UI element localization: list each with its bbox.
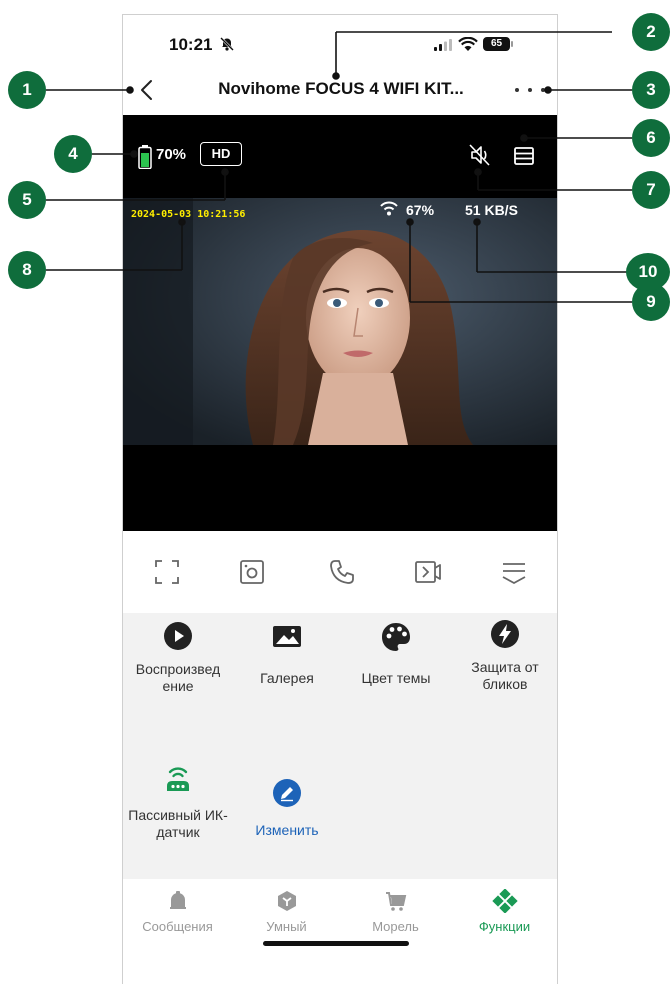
- back-button[interactable]: [135, 77, 159, 103]
- cellular-signal-icon: [434, 39, 452, 51]
- feature-label: Воспроизвед ение: [135, 661, 221, 694]
- phone-screen: 10:21 65 Novihome FOCUS 4 WIFI KIT... 70…: [122, 14, 558, 984]
- callout-marker: 8: [8, 251, 46, 289]
- play-icon: [164, 622, 192, 650]
- feature-playback[interactable]: Воспроизвед ение: [123, 621, 233, 695]
- video-feed[interactable]: 70% HD 2024-05-03 10:21:56 67% 51 KB/S: [123, 115, 557, 531]
- feature-anti-glare[interactable]: Защита от бликов: [450, 619, 557, 693]
- feature-gallery[interactable]: Галерея: [232, 621, 342, 687]
- bell-icon: [169, 891, 186, 909]
- features-grid: Воспроизвед ение Галерея Цвет темы Защит…: [123, 613, 557, 879]
- nav-label: Функции: [478, 919, 531, 934]
- lightning-icon: [491, 620, 519, 648]
- more-options-button[interactable]: [515, 79, 545, 101]
- feature-label: Галерея: [260, 670, 314, 686]
- dot-icon: [515, 88, 519, 92]
- callout-marker: 6: [632, 119, 670, 157]
- nav-store[interactable]: Морель: [341, 889, 450, 934]
- functions-icon: [491, 889, 518, 913]
- battery-cap: [511, 41, 513, 47]
- page-title: Novihome FOCUS 4 WIFI KIT...: [218, 79, 464, 98]
- nav-label: Морель: [372, 919, 419, 934]
- fullscreen-icon[interactable]: [152, 557, 182, 587]
- nav-messages[interactable]: Сообщения: [123, 889, 232, 934]
- nav-smart[interactable]: Умный: [232, 889, 341, 934]
- palette-icon: [382, 623, 410, 651]
- dot-icon: [541, 88, 545, 92]
- callout-marker: 7: [632, 171, 670, 209]
- edit-icon: [273, 779, 301, 807]
- nav-functions[interactable]: Функции: [450, 889, 557, 934]
- bell-off-icon: [220, 37, 234, 51]
- control-toolbar: [123, 531, 557, 613]
- callout-marker: 10: [626, 253, 670, 291]
- callout-marker: 5: [8, 181, 46, 219]
- feature-theme-color[interactable]: Цвет темы: [341, 621, 451, 687]
- feature-label: Цвет темы: [361, 670, 431, 686]
- feature-edit[interactable]: Изменить: [232, 778, 342, 839]
- feature-label: Пассивный ИК-датчик: [128, 807, 228, 840]
- status-time: 10:21: [169, 35, 213, 54]
- wifi-icon: [458, 37, 478, 51]
- status-battery: 65: [483, 37, 510, 51]
- feature-label: Защита от бликов: [471, 659, 539, 692]
- wifi-signal-icon: [380, 201, 398, 216]
- cart-icon: [385, 892, 406, 911]
- camera-image: [123, 198, 557, 445]
- callout-marker: 3: [632, 71, 670, 109]
- nav-label: Умный: [266, 919, 307, 934]
- callout-marker: 1: [8, 71, 46, 109]
- quality-toggle-button[interactable]: HD: [200, 142, 242, 166]
- gallery-icon: [273, 626, 301, 647]
- expand-icon[interactable]: [499, 557, 529, 587]
- signal-strength: 67%: [406, 202, 435, 218]
- battery-indicator-icon: [138, 145, 152, 169]
- callout-marker: 2: [632, 13, 670, 51]
- screenshot-icon[interactable]: [237, 557, 267, 587]
- phone-icon[interactable]: [327, 557, 357, 587]
- video-timestamp: 2024-05-03 10:21:56: [131, 209, 246, 220]
- mute-speaker-icon[interactable]: [467, 142, 493, 168]
- layout-switch-icon[interactable]: [512, 144, 536, 168]
- bitrate: 51 KB/S: [465, 202, 518, 218]
- home-indicator: [263, 941, 409, 946]
- nav-label: Сообщения: [142, 919, 213, 934]
- cube-icon: [277, 891, 296, 911]
- feature-label-link: Изменить: [255, 822, 319, 838]
- pir-sensor-icon: [167, 767, 189, 791]
- battery-percent: 70%: [156, 146, 187, 163]
- callout-marker: 4: [54, 135, 92, 173]
- record-icon[interactable]: [413, 557, 443, 587]
- bottom-navigation: Сообщения Умный Морель Функции: [123, 879, 557, 984]
- dot-icon: [528, 88, 532, 92]
- feature-pir-sensor[interactable]: Пассивный ИК-датчик: [123, 765, 233, 841]
